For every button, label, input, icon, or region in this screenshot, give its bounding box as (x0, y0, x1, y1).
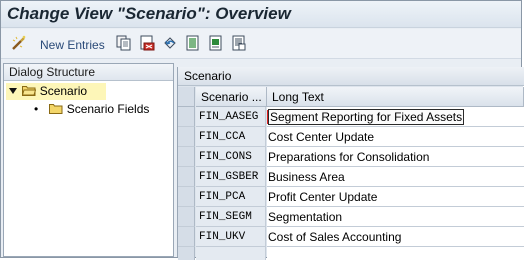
table-row: FIN_SEGM Segmentation (178, 207, 524, 227)
row-selector[interactable] (178, 167, 195, 187)
column-header-scenario[interactable]: Scenario ... (196, 87, 267, 107)
window-title: Change View "Scenario": Overview (7, 4, 291, 23)
folder-icon (49, 104, 63, 114)
row-selector[interactable] (178, 207, 195, 227)
copy-icon[interactable] (116, 35, 132, 51)
tree-item-label: Scenario Fields (66, 102, 150, 116)
long-text-cell[interactable]: Cost Center Update (267, 127, 524, 147)
select-all-rows-corner[interactable] (178, 87, 195, 107)
select-all-icon[interactable] (185, 35, 201, 51)
table-title: Scenario (178, 67, 524, 86)
undo-icon[interactable] (162, 35, 178, 51)
expand-arrow-icon[interactable] (9, 83, 19, 100)
row-selector[interactable] (178, 147, 195, 167)
table-row: FIN_CCA Cost Center Update (178, 127, 524, 147)
long-text-cell[interactable]: Segmentation (267, 207, 524, 227)
scenario-cell: FIN_SEGM (196, 207, 266, 227)
table-row-empty (178, 247, 524, 260)
row-selector[interactable] (178, 247, 195, 260)
tree-item-label: Scenario (39, 84, 88, 98)
sap-window: Change View "Scenario": Overview New Ent… (0, 0, 524, 260)
folder-open-icon (22, 86, 37, 96)
table-row: FIN_AASEG Segment Reporting for Fixed As… (178, 107, 524, 127)
long-text-value[interactable]: Segment Reporting for Fixed Assets (268, 109, 465, 125)
tree-bullet-icon: • (34, 102, 39, 116)
table-row: FIN_GSBER Business Area (178, 167, 524, 187)
row-selector[interactable] (178, 227, 195, 247)
new-entries-icon[interactable] (10, 34, 28, 52)
row-selector[interactable] (178, 107, 195, 127)
tree-item-scenario-fields[interactable]: • Scenario Fields (34, 101, 149, 118)
dialog-structure-header: Dialog Structure (4, 64, 173, 81)
application-toolbar: New Entries (1, 29, 521, 59)
scenario-cell (196, 247, 266, 260)
title-bar: Change View "Scenario": Overview (1, 1, 521, 28)
long-text-cell[interactable]: Profit Center Update (267, 187, 524, 207)
dialog-structure-panel: Dialog Structure Scenario • Scenario Fie… (3, 63, 174, 257)
scenario-table-panel: Scenario Scenario ... Long Text FIN_AASE… (177, 67, 524, 260)
scenario-cell: FIN_PCA (196, 187, 266, 207)
select-block-icon[interactable] (208, 35, 224, 51)
scenario-cell: FIN_GSBER (196, 167, 266, 187)
long-text-cell[interactable]: Preparations for Consolidation (267, 147, 524, 167)
deselect-all-icon[interactable] (231, 35, 247, 51)
delete-icon[interactable] (139, 35, 155, 51)
long-text-cell[interactable]: Segment Reporting for Fixed Assets (267, 107, 524, 127)
row-selector[interactable] (178, 127, 195, 147)
long-text-cell[interactable] (267, 247, 524, 260)
long-text-cell[interactable]: Business Area (267, 167, 524, 187)
tree-item-scenario[interactable]: Scenario (6, 83, 106, 100)
column-header-long-text[interactable]: Long Text (267, 87, 524, 107)
long-text-cell[interactable]: Cost of Sales Accounting (267, 227, 524, 247)
row-selector[interactable] (178, 187, 195, 207)
scenario-cell: FIN_CCA (196, 127, 266, 147)
scenario-cell: FIN_UKV (196, 227, 266, 247)
table-row: FIN_CONS Preparations for Consolidation (178, 147, 524, 167)
table-row: FIN_PCA Profit Center Update (178, 187, 524, 207)
new-entries-button[interactable]: New Entries (40, 38, 105, 52)
table-header-row: Scenario ... Long Text (178, 87, 524, 107)
table-row: FIN_UKV Cost of Sales Accounting (178, 227, 524, 247)
scenario-cell: FIN_CONS (196, 147, 266, 167)
scenario-cell: FIN_AASEG (196, 107, 266, 127)
